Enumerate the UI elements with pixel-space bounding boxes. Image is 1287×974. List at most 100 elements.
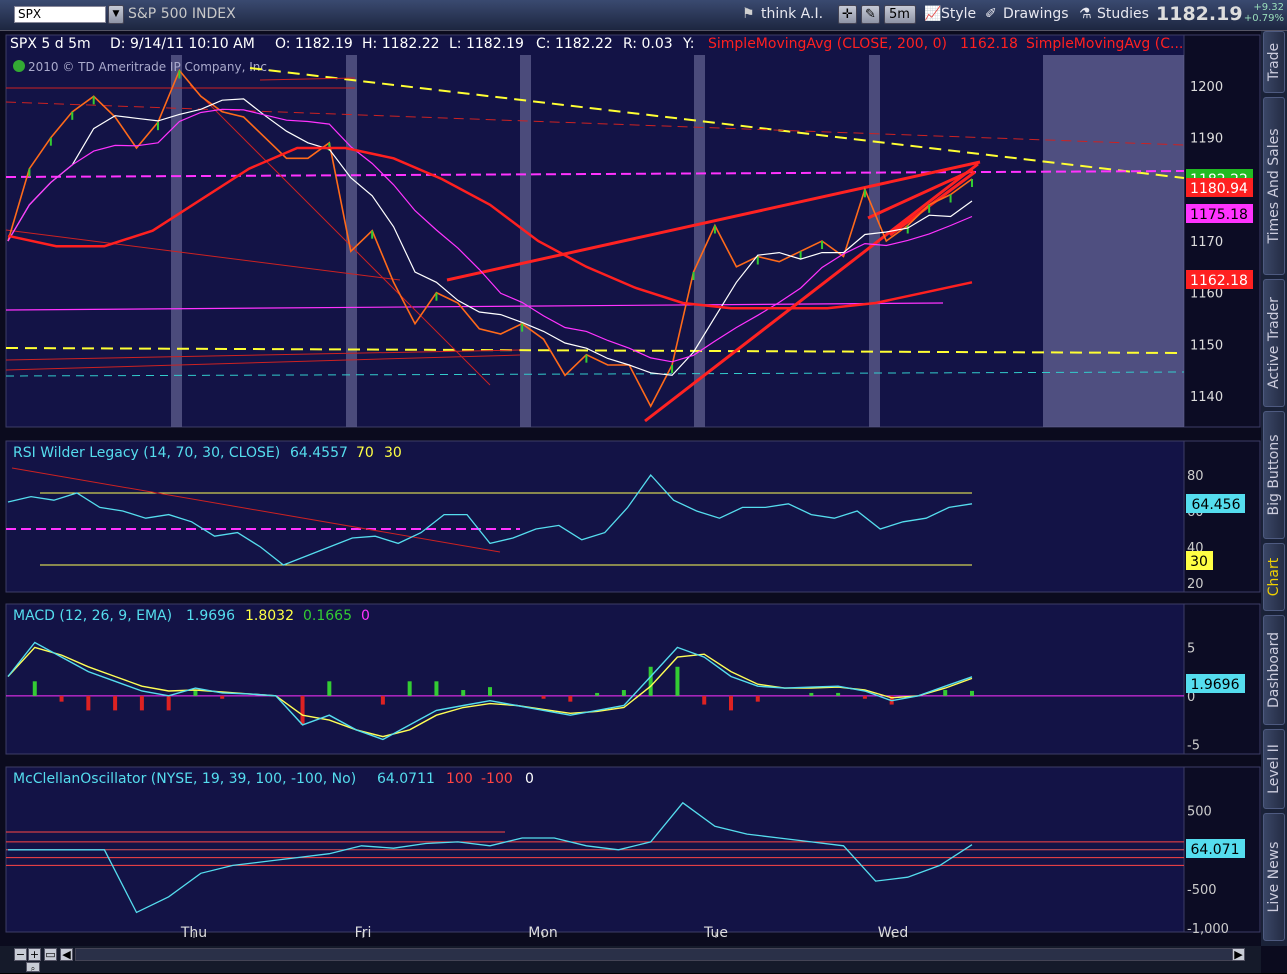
side-tab-times-and-sales[interactable]: Times And Sales <box>1263 97 1285 275</box>
side-tab-label: Active Trader <box>1266 297 1282 389</box>
header-symbol: SPX 5 d 5m <box>10 36 91 52</box>
mcclellan-axis-tick: -500 <box>1187 883 1217 898</box>
session-break-band <box>346 55 357 427</box>
macd-axis-tick: -5 <box>1187 738 1200 753</box>
side-tab-big-buttons[interactable]: Big Buttons <box>1263 411 1285 539</box>
panel-macd <box>5 603 1185 755</box>
horizontal-scrollbar[interactable] <box>75 948 1235 961</box>
price-axis-tick: 1140 <box>1190 390 1223 405</box>
rsi-axis-tick: 80 <box>1187 469 1204 484</box>
side-tab-dashboard[interactable]: Dashboard <box>1263 615 1285 725</box>
drawings-icon: ✐ <box>985 6 997 22</box>
last-price: 1182.19 <box>1156 3 1243 25</box>
session-break-band <box>520 55 531 427</box>
header-date: D: 9/14/11 10:10 AM <box>110 36 255 52</box>
side-tab-label: Level II <box>1266 744 1282 794</box>
macd-label: 1.9696 <box>1191 677 1240 693</box>
header-close: C: 1182.22 <box>536 36 613 52</box>
mcclellan-header-value: 64.0711 <box>377 771 435 787</box>
side-tab-label: Chart <box>1266 557 1282 597</box>
mcclellan-axis-tick: -1,000 <box>1187 922 1229 937</box>
studies-icon: ⚗ <box>1079 6 1092 22</box>
side-tab-label: Big Buttons <box>1266 434 1282 516</box>
x-axis-label: Fri <box>355 925 372 941</box>
mcclellan-header-title: McClellanOscillator (NYSE, 19, 39, 100, … <box>13 771 356 787</box>
change-percent: +0.79% <box>1243 13 1284 24</box>
price-axis-tick: 1150 <box>1190 338 1223 353</box>
rsi-header-title: RSI Wilder Legacy (14, 70, 30, CLOSE) <box>13 445 280 461</box>
side-tab-level-ii[interactable]: Level II <box>1263 729 1285 809</box>
think-ai-label[interactable]: think A.I. <box>761 5 823 24</box>
mcclellan-header-zero: 0 <box>525 771 534 787</box>
side-tabs: Trade Times And Sales Active Trader Big But… <box>1261 31 1287 946</box>
side-tab-label: Trade <box>1266 42 1282 82</box>
net-change: +9.32 +0.79% <box>1236 2 1284 24</box>
side-tab-trade[interactable]: Trade <box>1263 31 1285 93</box>
macd-axis-tick: 5 <box>1187 641 1195 656</box>
macd-header-zero: 0 <box>361 608 370 624</box>
scroll-left-button[interactable]: ◀ <box>60 948 73 961</box>
mcclellan-label: 64.071 <box>1191 842 1240 858</box>
header-study-sma200-value: 1162.18 <box>960 36 1018 52</box>
symbol-dropdown-button[interactable]: ▼ <box>108 5 124 24</box>
mcclellan-header-upper: 100 <box>446 771 473 787</box>
side-tab-label: Times And Sales <box>1266 128 1282 244</box>
symbol-description: S&P 500 INDEX <box>128 6 236 22</box>
chart-toolbar: SPX ▼ S&P 500 INDEX ⚑ think A.I. ✛ ✎ 5m … <box>0 0 1287 31</box>
drawings-menu[interactable]: Drawings <box>1003 5 1069 24</box>
style-icon: 📈 <box>924 6 942 22</box>
thinkorswim-window: SPX ▼ S&P 500 INDEX ⚑ think A.I. ✛ ✎ 5m … <box>0 0 1287 973</box>
info-icon <box>13 60 25 72</box>
rsi-header-value: 64.4557 <box>290 445 348 461</box>
x-axis-label: Wed <box>878 925 909 941</box>
panel-price <box>5 34 1185 428</box>
side-tab-label: Live News <box>1266 841 1282 913</box>
macd-header-diff: 0.1665 <box>303 608 352 624</box>
header-open: O: 1182.19 <box>275 36 353 52</box>
rsi-header-overbought: 70 <box>356 445 374 461</box>
crosshair-button[interactable]: ✛ <box>838 5 857 24</box>
price-label: 1162.18 <box>1190 273 1248 289</box>
side-tab-active-trader[interactable]: Active Trader <box>1263 279 1285 407</box>
header-high: H: 1182.22 <box>362 36 440 52</box>
mcclellan-header-lower: -100 <box>481 771 513 787</box>
rsi-axis-tick: 20 <box>1187 577 1204 592</box>
session-break-band <box>694 55 705 427</box>
change-value: +9.32 <box>1253 2 1284 13</box>
timeframe-button[interactable]: 5m <box>884 5 916 24</box>
chart-scrollbar-bar: − + ▭ ◀ ▶ ⌕ <box>0 946 1261 973</box>
x-axis-label: Tue <box>703 925 728 941</box>
scroll-right-button[interactable]: ▶ <box>1232 948 1245 961</box>
side-tab-label: Dashboard <box>1266 632 1282 708</box>
rsi-label-oversold: 30 <box>1190 554 1208 570</box>
pencil-button[interactable]: ✎ <box>861 5 880 24</box>
zoom-out-button[interactable]: − <box>14 948 27 961</box>
chart-area[interactable]: 1200119011801170116011501140SPX 5 d 5mD:… <box>0 31 1261 946</box>
header-study-sma200: SimpleMovingAvg (CLOSE, 200, 0) <box>708 36 947 52</box>
future-area <box>1043 55 1184 427</box>
price-axis-tick: 1200 <box>1190 80 1223 95</box>
x-axis-label: Mon <box>528 925 558 941</box>
session-break-band <box>171 55 182 427</box>
mcclellan-axis-tick: 500 <box>1187 805 1212 820</box>
zoom-in-button[interactable]: + <box>28 948 41 961</box>
header-y: Y: <box>682 36 694 52</box>
side-tab-live-news[interactable]: Live News <box>1263 813 1285 941</box>
symbol-input[interactable]: SPX <box>14 6 106 23</box>
zoom-icon[interactable]: ⌕ <box>26 962 40 973</box>
panel-rsi <box>5 440 1185 593</box>
rsi-header-oversold: 30 <box>384 445 402 461</box>
drawing-tool-button[interactable]: ▭ <box>44 948 57 961</box>
macd-header-title: MACD (12, 26, 9, EMA) <box>13 608 172 624</box>
macd-header-value: 1.9696 <box>186 608 235 624</box>
header-study-sma-second: SimpleMovingAvg (C... <box>1026 36 1183 52</box>
x-axis-label: Thu <box>180 925 207 941</box>
price-axis-tick: 1190 <box>1190 132 1223 147</box>
header-range: R: 0.03 <box>623 36 673 52</box>
rsi-label-value: 64.456 <box>1192 497 1241 513</box>
side-tab-chart[interactable]: Chart <box>1263 543 1285 611</box>
studies-menu[interactable]: Studies <box>1097 5 1149 24</box>
copyright-text: 2010 © TD Ameritrade IP Company, Inc. <box>28 60 271 74</box>
style-menu[interactable]: Style <box>941 5 976 24</box>
price-axis-tick: 1170 <box>1190 235 1223 250</box>
